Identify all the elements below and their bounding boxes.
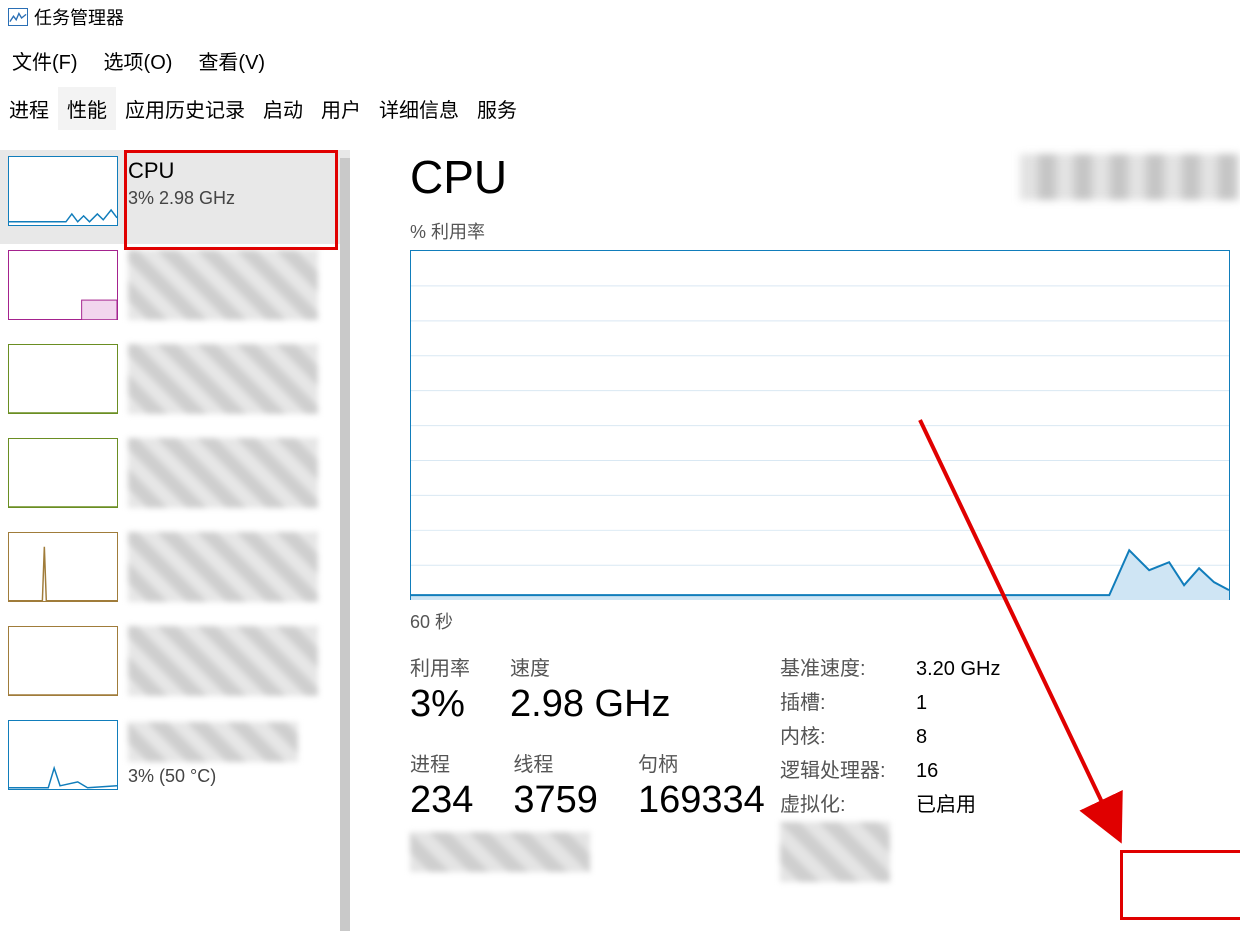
chart-x-label: 60 秒 (410, 608, 1240, 634)
menu-file[interactable]: 文件(F) (12, 46, 78, 75)
disk1-thumb-icon (8, 438, 118, 508)
sidebar-scrollbar[interactable] (340, 158, 350, 931)
gpu-thumb-icon (8, 720, 118, 790)
sidebar-item-network[interactable] (0, 526, 350, 620)
wifi-thumb-icon (8, 626, 118, 696)
uptime-obscured (410, 832, 590, 872)
kv-sockets-k: 插槽: (780, 686, 916, 720)
tab-services[interactable]: 服务 (468, 87, 526, 130)
stat-handle-value: 169334 (638, 779, 765, 822)
app-title: 任务管理器 (34, 4, 124, 30)
kv-cores-v: 8 (916, 720, 927, 754)
stat-handle-label: 句柄 (638, 748, 765, 777)
tab-details[interactable]: 详细信息 (370, 87, 468, 130)
menu-options[interactable]: 选项(O) (104, 46, 173, 75)
cpu-thumb-icon (8, 156, 118, 226)
kv-virt-k: 虚拟化: (780, 788, 916, 822)
stat-util-value: 3% (410, 683, 470, 726)
stat-thread-label: 线程 (513, 748, 598, 777)
kv-logical-v: 16 (916, 754, 938, 788)
sidebar-cpu-sub: 3% 2.98 GHz (128, 188, 235, 209)
sidebar-item-cpu[interactable]: CPU 3% 2.98 GHz (0, 150, 350, 244)
sidebar-item-memory[interactable] (0, 244, 350, 338)
stat-util-label: 利用率 (410, 652, 470, 681)
chart-y-label: % 利用率 (410, 218, 1240, 244)
sidebar-item-disk0[interactable] (0, 338, 350, 432)
sidebar-item-disk1[interactable] (0, 432, 350, 526)
kv-base-speed-k: 基准速度: (780, 652, 916, 686)
stat-speed-value: 2.98 GHz (510, 683, 671, 726)
kv-cores-k: 内核: (780, 720, 916, 754)
kv-sockets-v: 1 (916, 686, 927, 720)
tab-users[interactable]: 用户 (312, 87, 370, 130)
performance-main: CPU % 利用率 60 秒 (350, 130, 1240, 931)
network-thumb-icon (8, 532, 118, 602)
tab-performance[interactable]: 性能 (58, 87, 116, 130)
stat-proc-label: 进程 (410, 748, 473, 777)
sidebar-item-gpu[interactable]: 3% (50 °C) (0, 714, 350, 808)
stat-thread-value: 3759 (513, 779, 598, 822)
cpu-utilization-chart[interactable] (410, 250, 1230, 600)
sidebar-disk0-text-obscured (128, 344, 318, 414)
sidebar-item-wifi[interactable] (0, 620, 350, 714)
sidebar-memory-text-obscured (128, 250, 318, 320)
sidebar-gpu-sub: 3% (50 °C) (128, 766, 298, 787)
sidebar-gpu-title-obscured (128, 722, 298, 762)
stat-speed-label: 速度 (510, 652, 671, 681)
disk0-thumb-icon (8, 344, 118, 414)
kv-logical-k: 逻辑处理器: (780, 754, 916, 788)
sidebar-cpu-title: CPU (128, 158, 235, 184)
menu-bar: 文件(F) 选项(O) 查看(V) (0, 36, 1240, 87)
kv-virt-v: 已启用 (916, 788, 976, 822)
stat-proc-value: 234 (410, 779, 473, 822)
tab-app-history[interactable]: 应用历史记录 (116, 87, 254, 130)
tab-bar: 进程 性能 应用历史记录 启动 用户 详细信息 服务 (0, 87, 1240, 130)
sidebar-network-text-obscured (128, 532, 318, 602)
performance-sidebar: CPU 3% 2.98 GHz (0, 130, 350, 931)
sidebar-wifi-text-obscured (128, 626, 318, 696)
memory-thumb-icon (8, 250, 118, 320)
tab-processes[interactable]: 进程 (0, 87, 58, 130)
cpu-model-obscured (1020, 154, 1240, 200)
tab-startup[interactable]: 启动 (254, 87, 312, 130)
title-bar: 任务管理器 (0, 0, 1240, 36)
kv-base-speed-v: 3.20 GHz (916, 652, 1000, 686)
menu-view[interactable]: 查看(V) (198, 46, 265, 75)
cache-obscured (780, 822, 890, 882)
task-manager-icon (8, 8, 28, 26)
sidebar-disk1-text-obscured (128, 438, 318, 508)
